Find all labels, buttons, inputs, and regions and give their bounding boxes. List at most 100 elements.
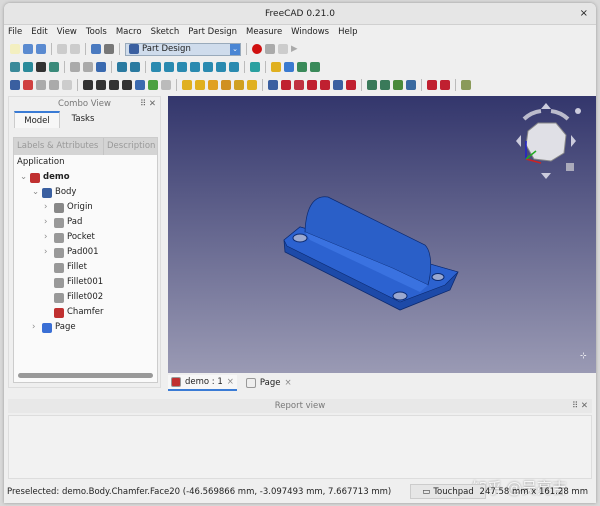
toolbar-tool-icon[interactable] [164, 62, 174, 72]
tree-item-fillet[interactable]: Fillet [14, 260, 157, 275]
toolbar-tool-icon[interactable] [49, 62, 59, 72]
undo-icon[interactable] [57, 44, 67, 54]
tree-item-origin[interactable]: › Origin [14, 200, 157, 215]
report-view-controls[interactable]: ⠿ ✕ [572, 399, 588, 413]
tree-item-chamfer[interactable]: Chamfer [14, 305, 157, 320]
toolbar-tool-icon[interactable] [135, 80, 145, 90]
toolbar-tool-icon[interactable] [229, 62, 239, 72]
toolbar-tool-icon[interactable] [117, 62, 127, 72]
toolbar-tool-icon[interactable] [284, 62, 294, 72]
menu-windows[interactable]: Windows [291, 25, 329, 40]
expand-icon[interactable]: › [44, 215, 51, 230]
toolbar-tool-icon[interactable] [36, 62, 46, 72]
toolbar-tool-icon[interactable] [83, 80, 93, 90]
toolbar-tool-icon[interactable] [208, 80, 218, 90]
menu-sketch[interactable]: Sketch [151, 25, 180, 40]
navigation-style-button[interactable]: ▭ Touchpad [410, 484, 486, 499]
toolbar-tool-icon[interactable] [310, 62, 320, 72]
tree-item-pocket[interactable]: › Pocket [14, 230, 157, 245]
expand-icon[interactable]: ⌄ [32, 185, 39, 200]
expand-icon[interactable]: › [44, 200, 51, 215]
toolbar-tool-icon[interactable] [182, 80, 192, 90]
3d-viewport[interactable]: ⊹ [168, 96, 596, 373]
record-macro-icon[interactable] [252, 44, 262, 54]
navigation-cube[interactable] [516, 103, 581, 179]
menu-part-design[interactable]: Part Design [188, 25, 237, 40]
toolbar-tool-icon[interactable] [195, 80, 205, 90]
toolbar-tool-icon[interactable] [333, 80, 343, 90]
horizontal-scrollbar[interactable] [18, 373, 153, 378]
stop-macro-icon[interactable] [265, 44, 275, 54]
report-output[interactable] [8, 415, 592, 479]
close-tab-icon[interactable]: × [284, 378, 291, 388]
combo-view-controls[interactable]: ⠿ ✕ [140, 97, 156, 111]
toolbar-tool-icon[interactable] [122, 80, 132, 90]
toolbar-tool-icon[interactable] [461, 80, 471, 90]
column-labels[interactable]: Labels & Attributes [14, 138, 104, 155]
open-icon[interactable] [23, 44, 33, 54]
toolbar-tool-icon[interactable] [161, 80, 171, 90]
toolbar-tool-icon[interactable] [307, 80, 317, 90]
toolbar-tool-icon[interactable] [268, 80, 278, 90]
tree-item-pad[interactable]: › Pad [14, 215, 157, 230]
tree-item-page[interactable]: › Page [14, 320, 157, 335]
tree-item-fillet001[interactable]: Fillet001 [14, 275, 157, 290]
save-icon[interactable] [36, 44, 46, 54]
toolbar-tool-icon[interactable] [234, 80, 244, 90]
menu-macro[interactable]: Macro [116, 25, 142, 40]
menu-edit[interactable]: Edit [31, 25, 47, 40]
toolbar-tool-icon[interactable] [427, 80, 437, 90]
tree-item-fillet002[interactable]: Fillet002 [14, 290, 157, 305]
doc-tab-demo[interactable]: demo : 1 × [168, 374, 237, 391]
expand-icon[interactable]: › [44, 230, 51, 245]
expand-icon[interactable]: › [44, 245, 51, 260]
toolbar-tool-icon[interactable] [130, 62, 140, 72]
toolbar-tool-icon[interactable] [380, 80, 390, 90]
menu-view[interactable]: View [57, 25, 77, 40]
tab-model[interactable]: Model [14, 111, 60, 128]
toolbar-tool-icon[interactable] [148, 80, 158, 90]
toolbar-tool-icon[interactable] [83, 62, 93, 72]
menu-file[interactable]: File [8, 25, 22, 40]
tree-item-demo[interactable]: ⌄ demo [14, 170, 157, 185]
toolbar-tool-icon[interactable] [10, 62, 20, 72]
toolbar-tool-icon[interactable] [346, 80, 356, 90]
play-macro-icon[interactable]: ▶ [291, 44, 298, 54]
menu-measure[interactable]: Measure [246, 25, 282, 40]
toolbar-tool-icon[interactable] [62, 80, 72, 90]
toolbar-tool-icon[interactable] [70, 62, 80, 72]
tab-tasks[interactable]: Tasks [60, 111, 106, 128]
expand-icon[interactable]: › [32, 320, 39, 335]
whats-this-icon[interactable] [104, 44, 114, 54]
column-description[interactable]: Description [104, 138, 155, 155]
menu-tools[interactable]: Tools [86, 25, 107, 40]
expand-icon[interactable]: ⌄ [20, 170, 27, 185]
toolbar-tool-icon[interactable] [250, 62, 260, 72]
toolbar-tool-icon[interactable] [281, 80, 291, 90]
toolbar-tool-icon[interactable] [247, 80, 257, 90]
refresh-icon[interactable] [91, 44, 101, 54]
toolbar-tool-icon[interactable] [36, 80, 46, 90]
toolbar-tool-icon[interactable] [216, 62, 226, 72]
macro-edit-icon[interactable] [278, 44, 288, 54]
toolbar-tool-icon[interactable] [367, 80, 377, 90]
menu-help[interactable]: Help [338, 25, 357, 40]
toolbar-tool-icon[interactable] [221, 80, 231, 90]
close-tab-icon[interactable]: × [227, 377, 234, 387]
close-button[interactable]: × [580, 3, 588, 25]
new-icon[interactable] [10, 44, 20, 54]
toolbar-tool-icon[interactable] [406, 80, 416, 90]
toolbar-tool-icon[interactable] [23, 62, 33, 72]
toolbar-tool-icon[interactable] [440, 80, 450, 90]
toolbar-tool-icon[interactable] [96, 80, 106, 90]
toolbar-tool-icon[interactable] [96, 62, 106, 72]
redo-icon[interactable] [70, 44, 80, 54]
toolbar-tool-icon[interactable] [151, 62, 161, 72]
toolbar-tool-icon[interactable] [320, 80, 330, 90]
toolbar-tool-icon[interactable] [177, 62, 187, 72]
toolbar-tool-icon[interactable] [190, 62, 200, 72]
toolbar-tool-icon[interactable] [297, 62, 307, 72]
tree-item-pad001[interactable]: › Pad001 [14, 245, 157, 260]
toolbar-tool-icon[interactable] [109, 80, 119, 90]
toolbar-tool-icon[interactable] [49, 80, 59, 90]
